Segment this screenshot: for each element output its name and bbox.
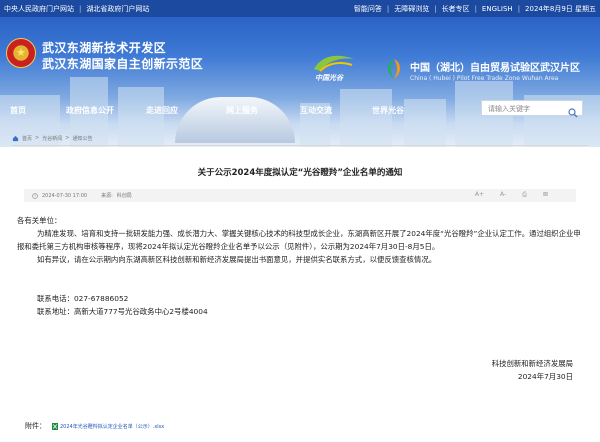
article-body: 各有关单位： 为精准发现、培育和支持一批研发能力强、成长潜力大、掌握关键核心技术… (17, 214, 585, 383)
hubei-gov-link[interactable]: 湖北省政府门户网站 (86, 4, 149, 14)
smart-qa-link[interactable]: 智能问答 (354, 4, 382, 14)
breadcrumb-news[interactable]: 光谷新闻 (42, 135, 62, 142)
attachment-label: 附件： (25, 422, 46, 430)
article-container: 首页 > 光谷新闻 > 通知公告 关于公示2024年度拟认定“光谷瞪羚”企业名单… (8, 131, 592, 442)
close-page-icon[interactable]: ⊠ (543, 191, 548, 199)
nav-gov-info[interactable]: 政府信息公开 (66, 105, 114, 116)
separator: | (434, 4, 437, 13)
site-title-line1: 武汉东湖新技术开发区 (42, 41, 167, 55)
search-box[interactable]: 请输入关键字 (481, 100, 583, 118)
article-meta-bar: 2024-07-30 17:00 来源: 科创局 A+ A- ⎙ ⊠ (24, 189, 576, 202)
article-paragraph: 为精准发现、培育和支持一批研发能力强、成长潜力大、掌握关键核心技术的科技型成长企… (17, 229, 581, 251)
contact-phone: 联系电话：027-67886052 (37, 294, 129, 303)
search-input[interactable]: 请输入关键字 (488, 104, 530, 114)
contact-address: 联系地址：高新大道777号光谷政务中心2号楼4004 (37, 307, 208, 316)
separator: | (474, 4, 477, 13)
ftz-title: 中国（湖北）自由贸易试验区武汉片区 (410, 63, 580, 74)
nav-online-service[interactable]: 网上服务 (226, 105, 258, 116)
print-icon[interactable]: ⎙ (522, 191, 527, 199)
source-label: 来源: (101, 193, 113, 199)
site-header: ★ 武汉东湖新技术开发区 武汉东湖国家自主创新示范区 中国光谷 中国（湖北）自由… (0, 17, 600, 147)
article-source: 科创局 (116, 193, 132, 199)
nav-interaction[interactable]: 互动交流 (300, 105, 332, 116)
nav-response[interactable]: 走进回应 (146, 105, 178, 116)
search-icon[interactable] (568, 103, 578, 122)
central-gov-link[interactable]: 中央人民政府门户网站 (4, 4, 74, 14)
excel-file-icon (52, 422, 58, 430)
top-bar: 中央人民政府门户网站 | 湖北省政府门户网站 智能问答 | 无障碍浏览 | 长者… (0, 0, 600, 17)
optics-valley-logo[interactable]: 中国光谷 (310, 51, 358, 83)
accessibility-link[interactable]: 无障碍浏览 (394, 4, 429, 14)
breadcrumb: 首页 > 光谷新闻 > 通知公告 (8, 131, 592, 145)
nav-home[interactable]: 首页 (10, 105, 26, 116)
article-date: 2024-07-30 17:00 (42, 192, 88, 199)
optics-valley-swoosh-icon (314, 55, 354, 72)
breadcrumb-separator: > (35, 135, 40, 141)
clock-icon (32, 192, 38, 199)
separator: | (79, 4, 82, 13)
english-link[interactable]: ENGLISH (482, 5, 513, 13)
font-decrease-button[interactable]: A- (500, 191, 506, 199)
signature-date: 2024年7月30日 (517, 372, 573, 381)
separator: | (386, 4, 390, 13)
article-tools: A+ A- ⎙ ⊠ (475, 191, 548, 199)
font-increase-button[interactable]: A+ (475, 191, 484, 199)
divider (12, 145, 588, 146)
site-title-line2: 武汉东湖国家自主创新示范区 (42, 57, 204, 71)
breadcrumb-separator: > (65, 135, 70, 141)
nav-world-optics-valley[interactable]: 世界光谷 (372, 105, 404, 116)
national-emblem-icon: ★ (6, 38, 36, 68)
elderly-zone-link[interactable]: 长者专区 (442, 4, 470, 14)
signature-org: 科技创新和新经济发展局 (491, 359, 573, 368)
optics-valley-logo-text: 中国光谷 (315, 74, 343, 82)
salutation: 各有关单位： (17, 216, 62, 225)
breadcrumb-notices[interactable]: 通知公告 (72, 135, 92, 142)
article-paragraph: 如有异议，请在公示期内向东湖高新区科技创新和新经济发展局提出书面意见，并提供实名… (37, 255, 437, 264)
attachments: 附件： 2024年光谷瞪羚拟认定企业名单（公示）.xlsx (25, 421, 164, 431)
home-icon (12, 135, 19, 141)
ftz-subtitle: China ( Hubei ) Pilot Free Trade Zone Wu… (410, 75, 559, 82)
breadcrumb-home[interactable]: 首页 (22, 135, 32, 142)
article-title: 关于公示2024年度拟认定“光谷瞪羚”企业名单的通知 (197, 168, 403, 178)
separator: | (517, 4, 521, 13)
current-date: 2024年8月9日 星期五 (525, 4, 596, 13)
attachment-filename[interactable]: 2024年光谷瞪羚拟认定企业名单（公示）.xlsx (60, 423, 164, 430)
attachment-link[interactable]: 2024年光谷瞪羚拟认定企业名单（公示）.xlsx (52, 422, 164, 430)
ftz-logo-icon (382, 57, 406, 81)
